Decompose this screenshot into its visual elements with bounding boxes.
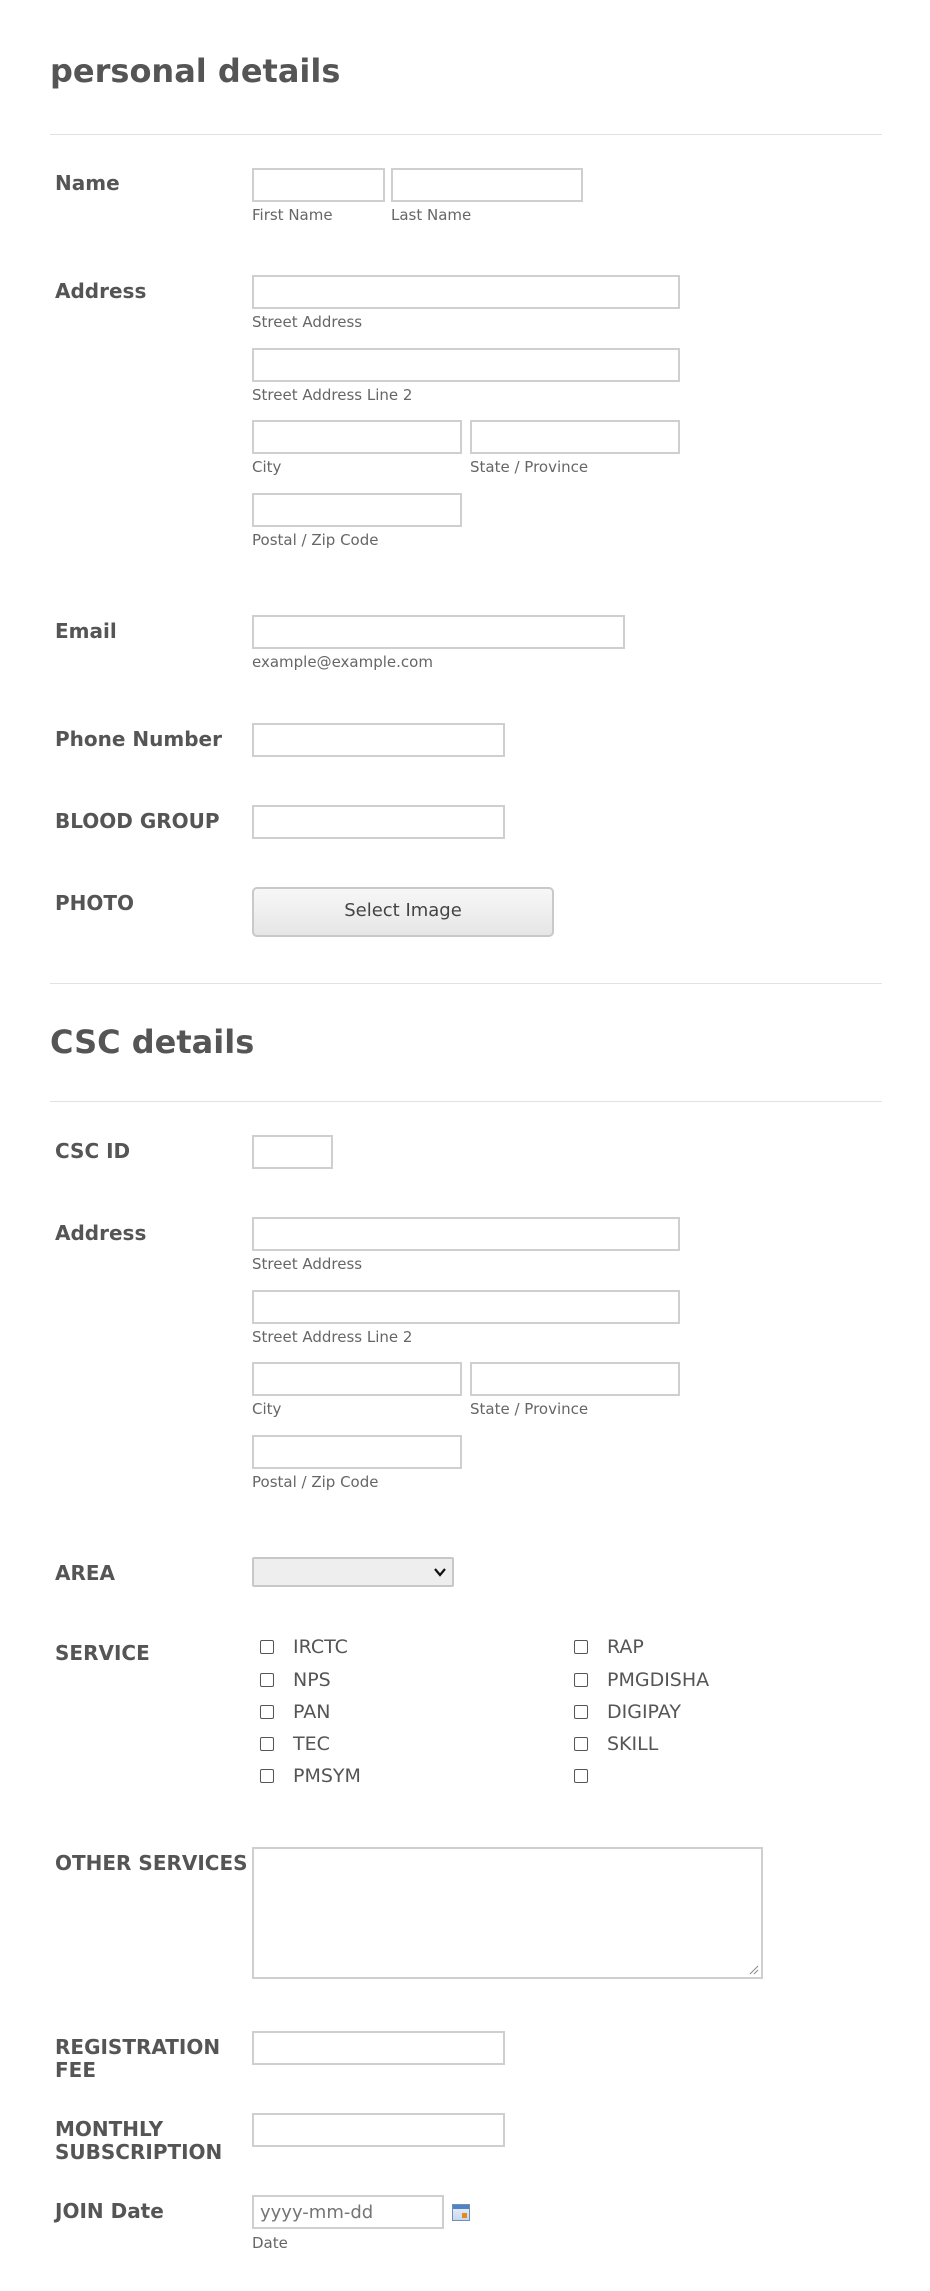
csc-city-input[interactable] [252, 1362, 462, 1396]
service-option-digipay[interactable]: DIGIPAY [574, 1699, 681, 1725]
checkbox[interactable] [260, 1705, 274, 1719]
checkbox-label: IRCTC [293, 1636, 348, 1658]
join-date-label: JOIN Date [55, 2199, 164, 2223]
service-option-nps[interactable]: NPS [260, 1667, 331, 1693]
blood-group-input[interactable] [252, 805, 505, 839]
csc-address-label: Address [55, 1221, 147, 1245]
photo-label: PHOTO [55, 891, 135, 915]
monthly-subscription-input[interactable] [252, 2113, 505, 2147]
checkbox-label: SKILL [607, 1733, 659, 1755]
city-input[interactable] [252, 420, 462, 454]
checkbox[interactable] [574, 1737, 588, 1751]
service-option-irctc[interactable]: IRCTC [260, 1634, 348, 1660]
csc-postal-code-input[interactable] [252, 1435, 462, 1469]
state-input[interactable] [470, 420, 680, 454]
checkbox-label: PMSYM [293, 1765, 361, 1787]
join-date-sublabel: Date [252, 2234, 288, 2252]
checkbox-label: NPS [293, 1669, 331, 1691]
select-image-button[interactable]: Select Image [252, 887, 554, 937]
area-label: AREA [55, 1561, 116, 1585]
postal-code-input[interactable] [252, 493, 462, 527]
last-name-input[interactable] [391, 168, 583, 202]
service-label: SERVICE [55, 1641, 150, 1665]
street-address-sublabel: Street Address [252, 313, 363, 331]
resize-handle-icon[interactable] [749, 1965, 759, 1975]
service-option-tec[interactable]: TEC [260, 1731, 330, 1757]
street-address-line2-sublabel: Street Address Line 2 [252, 386, 413, 404]
email-label: Email [55, 619, 117, 643]
service-option-skill[interactable]: SKILL [574, 1731, 658, 1757]
checkbox[interactable] [260, 1737, 274, 1751]
checkbox[interactable] [574, 1640, 588, 1654]
csc-postal-code-sublabel: Postal / Zip Code [252, 1473, 379, 1491]
divider [50, 983, 882, 984]
checkbox[interactable] [260, 1640, 274, 1654]
csc-state-input[interactable] [470, 1362, 680, 1396]
area-select[interactable] [252, 1557, 454, 1587]
first-name-sublabel: First Name [252, 206, 333, 224]
email-input[interactable] [252, 615, 625, 649]
phone-number-label: Phone Number [55, 727, 222, 751]
checkbox[interactable] [574, 1705, 588, 1719]
checkbox[interactable] [574, 1673, 588, 1687]
first-name-input[interactable] [252, 168, 385, 202]
divider [50, 134, 882, 135]
street-address-input[interactable] [252, 275, 680, 309]
registration-fee-input[interactable] [252, 2031, 505, 2065]
service-option-pmsym[interactable]: PMSYM [260, 1763, 361, 1789]
address-label: Address [55, 279, 147, 303]
checkbox-label: PAN [293, 1701, 331, 1723]
other-services-label: OTHER SERVICES [55, 1851, 248, 1875]
checkbox-label: TEC [293, 1733, 330, 1755]
postal-code-sublabel: Postal / Zip Code [252, 531, 379, 549]
city-sublabel: City [252, 458, 282, 476]
csc-city-sublabel: City [252, 1400, 282, 1418]
email-sublabel: example@example.com [252, 653, 433, 671]
csc-street-address-input[interactable] [252, 1217, 680, 1251]
checkbox-label: RAP [607, 1636, 644, 1658]
other-services-textarea[interactable] [252, 1847, 763, 1979]
street-address-line2-input[interactable] [252, 348, 680, 382]
divider [50, 1101, 882, 1102]
last-name-sublabel: Last Name [391, 206, 472, 224]
section-title-csc: CSC details [50, 1023, 255, 1061]
calendar-icon[interactable] [452, 2204, 470, 2221]
checkbox-label: DIGIPAY [607, 1701, 681, 1723]
registration-fee-label: REGISTRATION FEE [55, 2035, 221, 2082]
service-option-unlabeled[interactable] [574, 1763, 607, 1789]
checkbox[interactable] [260, 1769, 274, 1783]
phone-number-input[interactable] [252, 723, 505, 757]
chevron-down-icon [434, 1566, 446, 1580]
checkbox[interactable] [574, 1769, 588, 1783]
csc-state-sublabel: State / Province [470, 1400, 589, 1418]
blood-group-label: BLOOD GROUP [55, 809, 220, 833]
checkbox[interactable] [260, 1673, 274, 1687]
csc-id-label: CSC ID [55, 1139, 131, 1163]
service-option-rap[interactable]: RAP [574, 1634, 644, 1660]
state-sublabel: State / Province [470, 458, 589, 476]
service-option-pan[interactable]: PAN [260, 1699, 330, 1725]
monthly-subscription-label: MONTHLY SUBSCRIPTION [55, 2117, 223, 2164]
csc-street-address-line2-sublabel: Street Address Line 2 [252, 1328, 413, 1346]
checkbox-label: PMGDISHA [607, 1669, 710, 1691]
name-label: Name [55, 171, 120, 195]
csc-street-address-line2-input[interactable] [252, 1290, 680, 1324]
service-option-pmgdisha[interactable]: PMGDISHA [574, 1667, 709, 1693]
join-date-input[interactable] [252, 2195, 444, 2229]
csc-id-input[interactable] [252, 1135, 333, 1169]
csc-street-address-sublabel: Street Address [252, 1255, 363, 1273]
section-title-personal: personal details [50, 52, 341, 90]
